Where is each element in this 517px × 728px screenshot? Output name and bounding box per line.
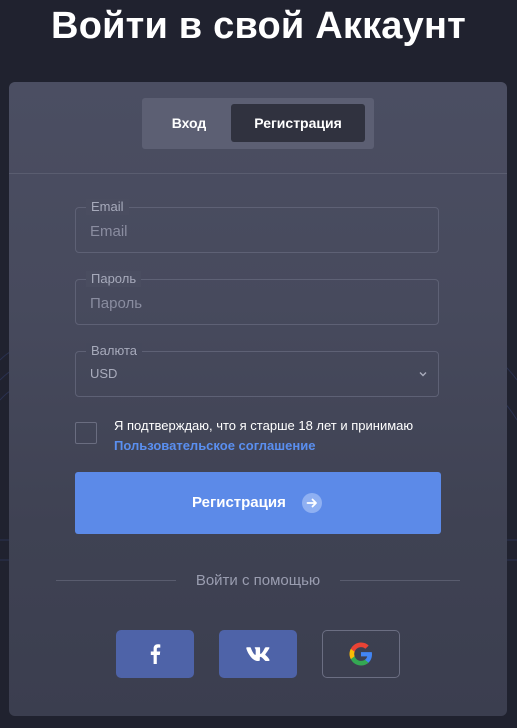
auth-tabs: Вход Регистрация — [142, 98, 374, 149]
register-button-label: Регистрация — [192, 494, 286, 511]
tab-register[interactable]: Регистрация — [231, 104, 365, 142]
page-title: Войти в свой Аккаунт — [51, 5, 466, 47]
password-input[interactable] — [90, 292, 420, 314]
social-login-title: Войти с помощью — [195, 572, 321, 589]
email-label: Email — [86, 199, 129, 215]
email-field: Email — [75, 199, 439, 253]
vk-login-button[interactable] — [219, 630, 297, 678]
facebook-icon — [150, 644, 161, 664]
auth-card: Вход Регистрация Email Пароль Валюта USD… — [9, 82, 507, 716]
chevron-down-icon — [419, 372, 427, 377]
user-agreement-link[interactable]: Пользовательское соглашение — [114, 436, 315, 456]
social-divider-left — [56, 580, 176, 581]
age-consent-checkbox[interactable] — [75, 422, 97, 444]
card-divider — [9, 173, 507, 174]
email-input[interactable] — [90, 220, 420, 242]
google-login-button[interactable] — [322, 630, 400, 678]
password-label: Пароль — [86, 271, 142, 287]
password-field: Пароль — [75, 271, 439, 325]
google-icon — [349, 642, 372, 666]
currency-label: Валюта — [86, 343, 142, 359]
currency-select[interactable]: Валюта USD — [75, 343, 439, 397]
consent-text: Я подтверждаю, что я старше 18 лет и при… — [114, 418, 414, 433]
tab-login[interactable]: Вход — [148, 104, 230, 142]
currency-value: USD — [90, 366, 118, 381]
arrow-right-icon — [302, 493, 322, 513]
register-button[interactable]: Регистрация — [75, 472, 441, 534]
social-divider-right — [340, 580, 460, 581]
facebook-login-button[interactable] — [116, 630, 194, 678]
vk-icon — [246, 647, 270, 661]
